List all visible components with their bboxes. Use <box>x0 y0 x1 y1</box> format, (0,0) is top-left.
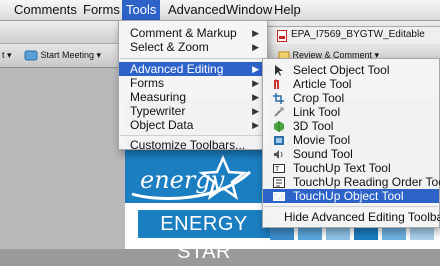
advanced-editing-submenu: Select Object Tool Article Tool Crop Too… <box>262 58 440 228</box>
start-meeting-button[interactable]: Start Meeting ▾ <box>24 48 101 62</box>
energy-star-logo: energy <box>128 150 258 204</box>
document-tab[interactable]: EPA_I7569_BYGTW_Editable <box>260 26 440 45</box>
menu-help[interactable]: Help <box>270 0 305 20</box>
menu-item-movie-tool[interactable]: Movie Tool <box>263 133 439 147</box>
pdf-file-icon <box>277 30 287 42</box>
energy-star-wordmark: ENERGY STAR <box>138 210 270 263</box>
movie-icon <box>274 136 284 145</box>
menu-advanced[interactable]: Advanced <box>164 0 230 20</box>
document-tab-title: EPA_I7569_BYGTW_Editable <box>291 29 425 40</box>
link-icon <box>274 107 284 117</box>
pointer-icon <box>275 65 283 76</box>
energy-script-text: energy <box>140 166 225 194</box>
tools-menu: Comment & Markup ▶ Select & Zoom ▶ Advance… <box>118 20 268 152</box>
touchup-text-icon: T <box>273 164 285 173</box>
menu-window[interactable]: Window <box>222 0 276 20</box>
menu-item-article-tool[interactable]: Article Tool <box>263 77 439 91</box>
submenu-arrow-icon: ▶ <box>252 92 259 102</box>
menu-item-touchup-reading-order-tool[interactable]: TouchUp Reading Order Tool <box>263 175 440 189</box>
menu-item-3d-tool[interactable]: 3D Tool <box>263 119 439 133</box>
menu-tools[interactable]: Tools <box>122 0 161 20</box>
menu-item-sound-tool[interactable]: Sound Tool <box>263 147 439 161</box>
toolbar-overflow-left[interactable]: t ▾ <box>2 48 12 62</box>
menu-forms[interactable]: Forms <box>79 0 124 20</box>
menu-item-select-zoom[interactable]: Select & Zoom ▶ <box>119 40 267 54</box>
menu-item-link-tool[interactable]: Link Tool <box>263 105 439 119</box>
menu-comments[interactable]: Comments <box>10 0 81 20</box>
submenu-arrow-icon: ▶ <box>252 42 259 52</box>
crop-icon <box>273 93 284 104</box>
svg-text:T: T <box>274 165 280 173</box>
article-icon <box>274 79 279 89</box>
submenu-arrow-icon: ▶ <box>252 64 259 74</box>
menu-item-touchup-text-tool[interactable]: T TouchUp Text Tool <box>263 161 439 175</box>
menu-separator <box>264 206 438 207</box>
energy-star-logo-graphic: energy <box>131 154 252 201</box>
menu-item-touchup-object-tool[interactable]: TouchUp Object Tool <box>263 189 439 203</box>
start-meeting-label: Start Meeting <box>40 50 95 60</box>
reading-order-icon <box>273 177 285 188</box>
menu-item-typewriter[interactable]: Typewriter ▶ <box>119 104 267 118</box>
menu-item-select-object-tool[interactable]: Select Object Tool <box>263 63 439 77</box>
submenu-arrow-icon: ▶ <box>252 120 259 130</box>
meeting-icon <box>24 50 38 61</box>
menu-item-comment-markup[interactable]: Comment & Markup ▶ <box>119 26 267 40</box>
menu-item-hide-advanced-editing-toolbar[interactable]: Hide Advanced Editing Toolbar <box>263 210 440 224</box>
menu-separator <box>120 58 266 59</box>
menu-item-customize-toolbars[interactable]: Customize Toolbars... <box>119 138 267 152</box>
menu-item-measuring[interactable]: Measuring ▶ <box>119 90 267 104</box>
touchup-object-icon <box>273 192 285 201</box>
menu-separator <box>120 135 266 136</box>
submenu-arrow-icon: ▶ <box>252 106 259 116</box>
menu-item-object-data[interactable]: Object Data ▶ <box>119 118 267 132</box>
sound-icon <box>274 150 283 159</box>
menu-item-crop-tool[interactable]: Crop Tool <box>263 91 439 105</box>
menubar: Comments Forms Tools Advanced Window Hel… <box>0 0 440 21</box>
submenu-arrow-icon: ▶ <box>252 78 259 88</box>
submenu-arrow-icon: ▶ <box>252 28 259 38</box>
3d-icon <box>274 121 284 132</box>
menu-item-advanced-editing[interactable]: Advanced Editing ▶ <box>119 62 267 76</box>
menu-item-forms[interactable]: Forms ▶ <box>119 76 267 90</box>
